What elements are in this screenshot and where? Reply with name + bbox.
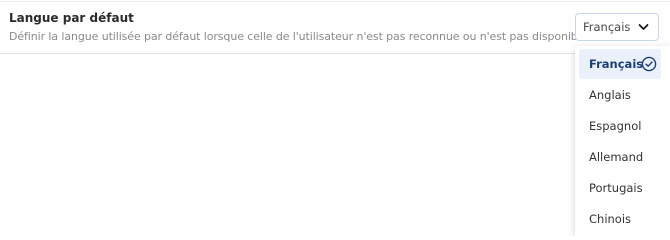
language-dropdown-menu: Français Anglais Espagnol Allemand Portu… — [575, 46, 670, 236]
option-label: Anglais — [589, 88, 631, 102]
option-label: Allemand — [589, 150, 644, 164]
setting-title: Langue par défaut — [9, 11, 134, 25]
option-chinois[interactable]: Chinois — [579, 204, 661, 234]
top-divider — [0, 1, 670, 2]
option-portugais[interactable]: Portugais — [579, 173, 661, 203]
option-label: Chinois — [589, 212, 632, 226]
option-allemand[interactable]: Allemand — [579, 142, 661, 172]
option-espagnol[interactable]: Espagnol — [579, 111, 661, 141]
language-select[interactable]: Français — [575, 13, 659, 41]
check-circle-icon — [641, 56, 657, 72]
option-label: Français — [589, 57, 644, 71]
option-anglais[interactable]: Anglais — [579, 80, 661, 110]
row-divider — [0, 53, 670, 54]
option-francais[interactable]: Français — [579, 49, 661, 79]
language-select-value: Français — [583, 20, 631, 34]
setting-description: Définir la langue utilisée par défaut lo… — [9, 30, 591, 43]
option-label: Espagnol — [589, 119, 642, 133]
language-setting-panel: Langue par défaut Définir la langue util… — [0, 0, 670, 236]
chevron-down-icon — [638, 24, 649, 30]
option-label: Portugais — [589, 181, 643, 195]
